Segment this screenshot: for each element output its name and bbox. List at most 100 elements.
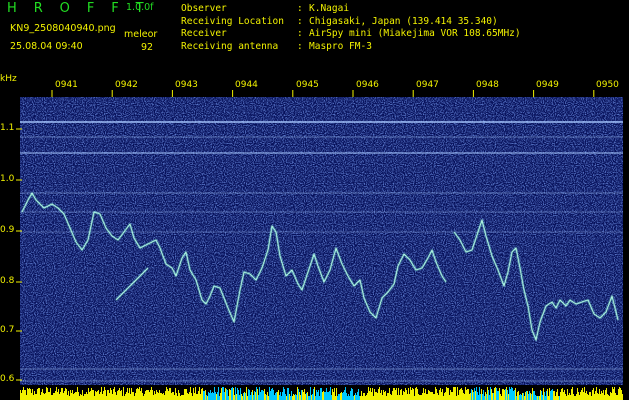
level-bar-column [296, 395, 297, 400]
level-bar-column [202, 388, 203, 400]
level-bar-column [376, 392, 377, 400]
level-bar-column [41, 392, 42, 400]
level-bar-column [39, 388, 40, 400]
level-bar-column [502, 389, 503, 400]
level-bar-column [101, 387, 102, 400]
level-bar-column [287, 388, 288, 400]
level-bar-column [371, 392, 372, 400]
level-bar-column [194, 393, 195, 400]
level-bar-column [611, 393, 612, 400]
level-bar-column [104, 387, 105, 400]
level-bar-column [292, 396, 293, 400]
level-bar-column [360, 396, 361, 400]
level-bar-column [32, 389, 33, 400]
level-bar-column [618, 389, 619, 400]
level-bar-column [515, 388, 516, 400]
level-bar-column [122, 396, 123, 400]
level-bar-column [262, 390, 263, 400]
level-bar-column [223, 387, 224, 400]
level-bar-column [602, 393, 603, 400]
level-bar-column [473, 392, 474, 400]
level-bar-column [440, 388, 441, 400]
level-bar-column [180, 396, 181, 400]
level-bar-column [467, 389, 468, 400]
signal-level-bar [20, 386, 623, 400]
level-bar-column [491, 389, 492, 400]
level-bar-column [189, 392, 190, 400]
level-bar-column [480, 394, 481, 400]
level-bar-column [237, 388, 238, 400]
level-bar-column [417, 389, 418, 400]
level-bar-column [505, 389, 506, 400]
level-bar-column [50, 388, 51, 400]
level-bar-column [338, 394, 339, 400]
level-bar-column [621, 390, 622, 400]
level-bar-column [157, 392, 158, 400]
level-bar-column [123, 387, 124, 400]
level-bar-column [474, 388, 475, 400]
level-bar-column [24, 390, 25, 400]
level-bar-column [482, 394, 483, 400]
level-bar-column [520, 394, 521, 400]
level-bar-column [357, 392, 358, 400]
level-bar-column [162, 394, 163, 400]
level-bar-column [543, 388, 544, 400]
level-bar-column [421, 395, 422, 400]
level-bar-column [98, 390, 99, 400]
level-bar-column [69, 396, 70, 400]
level-bar-column [592, 390, 593, 400]
level-bar-column [34, 391, 35, 400]
level-bar-column [208, 392, 209, 400]
level-bar-column [438, 395, 439, 400]
level-bar-column [553, 391, 554, 400]
level-bar-column [447, 388, 448, 400]
level-bar-column [300, 395, 301, 400]
spectrogram [16, 90, 623, 400]
y-tick-label: 0.8 [0, 276, 15, 286]
level-bar-column [403, 391, 404, 400]
level-bar-column [138, 389, 139, 400]
level-bar-column [103, 391, 104, 400]
level-bar-column [134, 396, 135, 400]
level-bar-column [313, 389, 314, 400]
level-bar-column [45, 393, 46, 400]
level-bar-column [205, 390, 206, 400]
level-bar-column [596, 387, 597, 400]
x-tick-label: 0946 [356, 80, 379, 90]
level-bar-column [536, 396, 537, 400]
level-bar-column [560, 392, 561, 400]
level-bar-column [589, 392, 590, 400]
level-bar-column [580, 392, 581, 400]
level-bar-column [513, 391, 514, 400]
level-bar-column [215, 392, 216, 400]
level-bar-column [27, 388, 28, 400]
level-bar-column [197, 394, 198, 400]
level-bar-column [90, 391, 91, 400]
level-bar-column [416, 387, 417, 400]
level-bar-column [540, 390, 541, 400]
level-bar-column [517, 392, 518, 400]
level-bar-column [280, 392, 281, 400]
level-bar-column [481, 389, 482, 400]
level-bar-column [279, 395, 280, 400]
level-bar-column [192, 396, 193, 400]
level-bar-column [539, 396, 540, 400]
level-bar-column [461, 388, 462, 400]
level-bar-column [159, 390, 160, 400]
level-bar-column [73, 394, 74, 400]
level-bar-column [216, 394, 217, 400]
level-bar-column [353, 396, 354, 400]
level-bar-column [135, 393, 136, 400]
level-bar-column [281, 396, 282, 400]
level-bar-column [586, 391, 587, 400]
level-bar-column [567, 389, 568, 400]
level-bar-column [573, 394, 574, 400]
level-bar-column [46, 387, 47, 400]
level-bar-column [579, 395, 580, 400]
level-bar-column [471, 389, 472, 400]
level-bar-column [233, 388, 234, 400]
level-bar-column [381, 390, 382, 400]
level-bar-column [544, 392, 545, 400]
level-bar-column [99, 394, 100, 400]
level-bar-column [451, 392, 452, 400]
